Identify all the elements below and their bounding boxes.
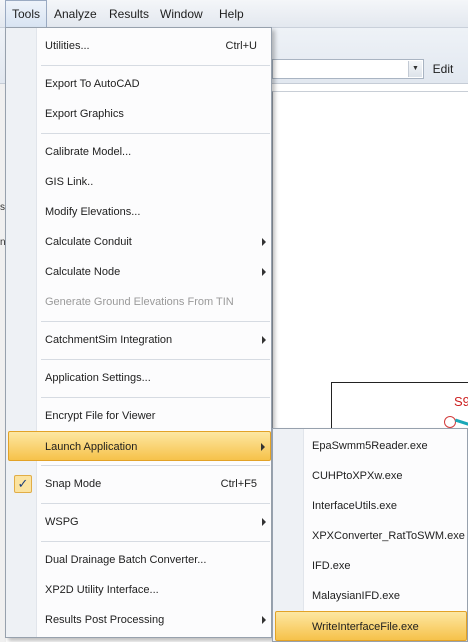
submenu-item-ifd[interactable]: IFD.exe xyxy=(275,551,467,581)
menu-bar: Tools Analyze Results Window Help xyxy=(0,0,468,28)
menu-item-label: Calculate Conduit xyxy=(45,236,132,248)
submenu-arrow-icon xyxy=(262,518,266,526)
menu-tools[interactable]: Tools xyxy=(5,0,48,28)
checkmark-icon: ✓ xyxy=(14,475,32,493)
submenu-item-writeinterfacefile[interactable]: WriteInterfaceFile.exe xyxy=(275,611,467,641)
submenu-arrow-icon xyxy=(261,443,265,451)
menu-item-label: WriteInterfaceFile.exe xyxy=(312,621,419,633)
menu-results[interactable]: Results xyxy=(103,0,155,28)
submenu-arrow-icon xyxy=(262,336,266,344)
menu-item-calculate-node[interactable]: Calculate Node xyxy=(8,257,271,287)
menu-separator xyxy=(41,465,270,466)
submenu-item-malaysianifd[interactable]: MalaysianIFD.exe xyxy=(275,581,467,611)
menu-item-launch-application[interactable]: Launch Application xyxy=(8,431,271,461)
menu-item-calibrate-model[interactable]: Calibrate Model... xyxy=(8,137,271,167)
menu-item-label: Launch Application xyxy=(45,441,138,453)
menu-item-label: MalaysianIFD.exe xyxy=(312,590,401,602)
menu-item-label: Calibrate Model... xyxy=(45,146,132,158)
menu-item-shortcut: Ctrl+F5 xyxy=(220,478,257,490)
menu-item-label: IFD.exe xyxy=(312,560,351,572)
menu-help[interactable]: Help xyxy=(213,0,250,28)
menu-item-gis-link[interactable]: GIS Link.. xyxy=(8,167,271,197)
submenu-item-xpxconverter[interactable]: XPXConverter_RatToSWM.exe xyxy=(275,521,467,551)
submenu-arrow-icon xyxy=(262,616,266,624)
menu-separator xyxy=(41,397,270,398)
canvas-node[interactable] xyxy=(444,416,456,428)
menu-item-catchmentsim-integration[interactable]: CatchmentSim Integration xyxy=(8,325,271,355)
menu-item-xp2d-utility[interactable]: XP2D Utility Interface... xyxy=(8,575,271,605)
menu-item-results-post-processing[interactable]: Results Post Processing xyxy=(8,605,271,635)
menu-item-label: CUHPtoXPXw.exe xyxy=(312,470,403,482)
menu-separator xyxy=(41,65,270,66)
menu-separator xyxy=(41,321,270,322)
menu-separator xyxy=(41,541,270,542)
menu-item-label: Dual Drainage Batch Converter... xyxy=(45,554,207,566)
menu-analyze[interactable]: Analyze xyxy=(48,0,103,28)
menu-item-label: Calculate Node xyxy=(45,266,121,278)
submenu-item-interfaceutils[interactable]: InterfaceUtils.exe xyxy=(275,491,467,521)
menu-separator xyxy=(41,133,270,134)
submenu-item-cuhptoxpxw[interactable]: CUHPtoXPXw.exe xyxy=(275,461,467,491)
menu-item-utilities[interactable]: Utilities... Ctrl+U xyxy=(8,31,271,61)
menu-item-label: Export To AutoCAD xyxy=(45,78,140,90)
menu-item-modify-elevations[interactable]: Modify Elevations... xyxy=(8,197,271,227)
menu-item-label: Encrypt File for Viewer xyxy=(45,410,156,422)
menu-item-label: Generate Ground Elevations From TIN xyxy=(45,296,234,308)
menu-item-label: XP2D Utility Interface... xyxy=(45,584,159,596)
background-combo[interactable]: ▼ xyxy=(272,59,424,79)
menu-item-generate-ground-elevations: Generate Ground Elevations From TIN xyxy=(8,287,271,317)
tools-menu: Utilities... Ctrl+U Export To AutoCAD Ex… xyxy=(5,27,272,638)
menu-separator xyxy=(41,359,270,360)
menu-item-export-autocad[interactable]: Export To AutoCAD xyxy=(8,69,271,99)
menu-item-snap-mode[interactable]: ✓ Snap Mode Ctrl+F5 xyxy=(8,469,271,499)
menu-item-label: InterfaceUtils.exe xyxy=(312,500,397,512)
menu-item-export-graphics[interactable]: Export Graphics xyxy=(8,99,271,129)
menu-item-label: CatchmentSim Integration xyxy=(45,334,173,346)
menu-item-label: Export Graphics xyxy=(45,108,124,120)
submenu-arrow-icon xyxy=(262,238,266,246)
menu-item-calculate-conduit[interactable]: Calculate Conduit xyxy=(8,227,271,257)
menu-item-application-settings[interactable]: Application Settings... xyxy=(8,363,271,393)
menu-item-label: Results Post Processing xyxy=(45,614,165,626)
menu-window[interactable]: Window xyxy=(154,0,209,28)
chevron-down-icon[interactable]: ▼ xyxy=(408,61,422,77)
menu-item-label: Application Settings... xyxy=(45,372,151,384)
menu-item-label: Modify Elevations... xyxy=(45,206,141,218)
menu-item-label: Utilities... xyxy=(45,40,90,52)
menu-item-dual-drainage-batch[interactable]: Dual Drainage Batch Converter... xyxy=(8,545,271,575)
menu-item-label: WSPG xyxy=(45,516,79,528)
launch-application-submenu: EpaSwmm5Reader.exe CUHPtoXPXw.exe Interf… xyxy=(272,428,468,642)
menu-item-label: EpaSwmm5Reader.exe xyxy=(312,440,428,452)
menu-separator xyxy=(41,503,270,504)
submenu-item-epaswmm5reader[interactable]: EpaSwmm5Reader.exe xyxy=(275,431,467,461)
menu-item-shortcut: Ctrl+U xyxy=(225,40,257,52)
menu-item-wspg[interactable]: WSPG xyxy=(8,507,271,537)
menu-item-encrypt-file[interactable]: Encrypt File for Viewer xyxy=(8,401,271,431)
menu-item-label: XPXConverter_RatToSWM.exe xyxy=(312,530,465,542)
canvas-node-label: S9 xyxy=(454,394,468,409)
menu-item-label: GIS Link.. xyxy=(45,176,94,188)
edit-button[interactable]: Edit xyxy=(426,59,460,79)
menu-item-label: Snap Mode xyxy=(45,478,102,490)
submenu-arrow-icon xyxy=(262,268,266,276)
